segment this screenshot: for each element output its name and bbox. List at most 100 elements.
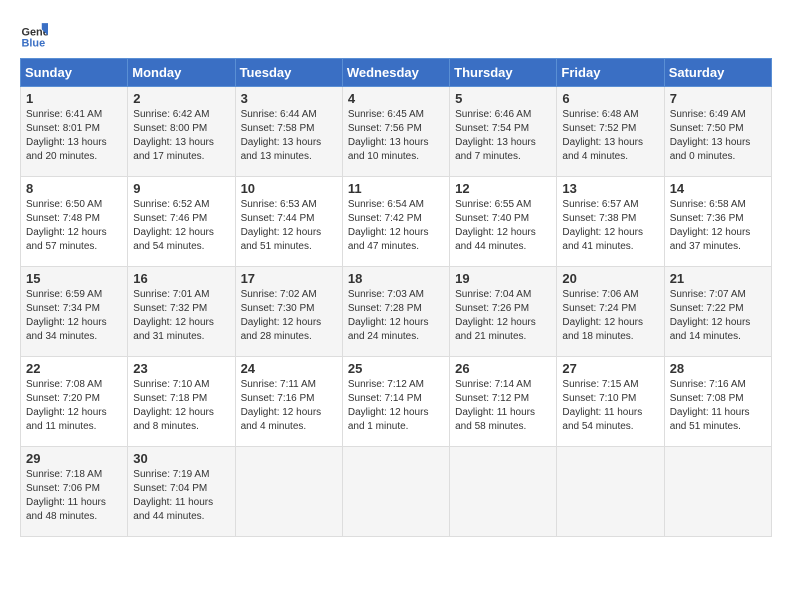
day-info: Sunrise: 6:46 AM Sunset: 7:54 PM Dayligh… [455, 108, 551, 164]
day-number: 17 [241, 271, 337, 286]
calendar-cell: 19 Sunrise: 7:04 AM Sunset: 7:26 PM Dayli… [450, 267, 557, 357]
logo: General Blue [20, 20, 52, 48]
day-number: 13 [562, 181, 658, 196]
day-info: Sunrise: 6:57 AM Sunset: 7:38 PM Dayligh… [562, 198, 658, 254]
calendar-cell: 17 Sunrise: 7:02 AM Sunset: 7:30 PM Dayli… [235, 267, 342, 357]
calendar-cell: 27Sunrise: 7:15 AM Sunset: 7:10 PM Dayli… [557, 357, 664, 447]
page-header: General Blue [20, 20, 772, 48]
day-number: 6 [562, 91, 658, 106]
day-info: Sunrise: 7:02 AM Sunset: 7:30 PM Dayligh… [241, 288, 337, 344]
calendar-week-row: 15 Sunrise: 6:59 AM Sunset: 7:34 PM Dayli… [21, 267, 772, 357]
calendar-week-row: 22Sunrise: 7:08 AM Sunset: 7:20 PM Dayli… [21, 357, 772, 447]
day-number: 10 [241, 181, 337, 196]
day-number: 25 [348, 361, 444, 376]
calendar-cell: 4 Sunrise: 6:45 AM Sunset: 7:56 PM Daylig… [342, 87, 449, 177]
calendar-table: SundayMondayTuesdayWednesdayThursdayFrid… [20, 58, 772, 537]
calendar-cell: 25 Sunrise: 7:12 AM Sunset: 7:14 PM Dayli… [342, 357, 449, 447]
day-info: Sunrise: 7:16 AM Sunset: 7:08 PM Dayligh… [670, 378, 766, 434]
calendar-cell: 22Sunrise: 7:08 AM Sunset: 7:20 PM Dayli… [21, 357, 128, 447]
day-info: Sunrise: 7:04 AM Sunset: 7:26 PM Dayligh… [455, 288, 551, 344]
day-number: 16 [133, 271, 229, 286]
day-number: 24 [241, 361, 337, 376]
calendar-cell [557, 447, 664, 537]
day-info: Sunrise: 6:59 AM Sunset: 7:34 PM Dayligh… [26, 288, 122, 344]
day-number: 28 [670, 361, 766, 376]
day-number: 11 [348, 181, 444, 196]
day-of-week-header: Monday [128, 59, 235, 87]
day-info: Sunrise: 7:11 AM Sunset: 7:16 PM Dayligh… [241, 378, 337, 434]
day-number: 15 [26, 271, 122, 286]
calendar-cell: 7Sunrise: 6:49 AM Sunset: 7:50 PM Daylig… [664, 87, 771, 177]
day-number: 23 [133, 361, 229, 376]
day-number: 22 [26, 361, 122, 376]
day-info: Sunrise: 6:41 AM Sunset: 8:01 PM Dayligh… [26, 108, 122, 164]
calendar-cell [235, 447, 342, 537]
day-info: Sunrise: 7:10 AM Sunset: 7:18 PM Dayligh… [133, 378, 229, 434]
calendar-body: 1 Sunrise: 6:41 AM Sunset: 8:01 PM Daylig… [21, 87, 772, 537]
calendar-cell: 28 Sunrise: 7:16 AM Sunset: 7:08 PM Dayli… [664, 357, 771, 447]
day-number: 1 [26, 91, 122, 106]
day-number: 19 [455, 271, 551, 286]
calendar-cell: 20 Sunrise: 7:06 AM Sunset: 7:24 PM Dayli… [557, 267, 664, 357]
day-info: Sunrise: 7:07 AM Sunset: 7:22 PM Dayligh… [670, 288, 766, 344]
calendar-cell: 2 Sunrise: 6:42 AM Sunset: 8:00 PM Daylig… [128, 87, 235, 177]
day-number: 4 [348, 91, 444, 106]
calendar-cell: 23 Sunrise: 7:10 AM Sunset: 7:18 PM Dayli… [128, 357, 235, 447]
day-info: Sunrise: 7:06 AM Sunset: 7:24 PM Dayligh… [562, 288, 658, 344]
calendar-cell: 11 Sunrise: 6:54 AM Sunset: 7:42 PM Dayli… [342, 177, 449, 267]
day-info: Sunrise: 6:54 AM Sunset: 7:42 PM Dayligh… [348, 198, 444, 254]
day-number: 20 [562, 271, 658, 286]
calendar-cell: 5Sunrise: 6:46 AM Sunset: 7:54 PM Daylig… [450, 87, 557, 177]
day-info: Sunrise: 7:14 AM Sunset: 7:12 PM Dayligh… [455, 378, 551, 434]
calendar-cell: 24 Sunrise: 7:11 AM Sunset: 7:16 PM Dayli… [235, 357, 342, 447]
logo-icon: General Blue [20, 20, 48, 48]
day-number: 2 [133, 91, 229, 106]
day-info: Sunrise: 7:03 AM Sunset: 7:28 PM Dayligh… [348, 288, 444, 344]
calendar-header-row: SundayMondayTuesdayWednesdayThursdayFrid… [21, 59, 772, 87]
calendar-cell: 9 Sunrise: 6:52 AM Sunset: 7:46 PM Daylig… [128, 177, 235, 267]
day-info: Sunrise: 7:19 AM Sunset: 7:04 PM Dayligh… [133, 468, 229, 524]
calendar-cell: 29 Sunrise: 7:18 AM Sunset: 7:06 PM Dayli… [21, 447, 128, 537]
day-info: Sunrise: 7:01 AM Sunset: 7:32 PM Dayligh… [133, 288, 229, 344]
day-info: Sunrise: 7:18 AM Sunset: 7:06 PM Dayligh… [26, 468, 122, 524]
day-info: Sunrise: 7:12 AM Sunset: 7:14 PM Dayligh… [348, 378, 444, 434]
calendar-cell: 26 Sunrise: 7:14 AM Sunset: 7:12 PM Dayli… [450, 357, 557, 447]
day-number: 3 [241, 91, 337, 106]
day-number: 29 [26, 451, 122, 466]
day-info: Sunrise: 6:48 AM Sunset: 7:52 PM Dayligh… [562, 108, 658, 164]
calendar-cell: 16 Sunrise: 7:01 AM Sunset: 7:32 PM Dayli… [128, 267, 235, 357]
day-of-week-header: Sunday [21, 59, 128, 87]
calendar-cell: 15 Sunrise: 6:59 AM Sunset: 7:34 PM Dayli… [21, 267, 128, 357]
calendar-cell: 21 Sunrise: 7:07 AM Sunset: 7:22 PM Dayli… [664, 267, 771, 357]
day-info: Sunrise: 6:45 AM Sunset: 7:56 PM Dayligh… [348, 108, 444, 164]
calendar-week-row: 29 Sunrise: 7:18 AM Sunset: 7:06 PM Dayli… [21, 447, 772, 537]
calendar-week-row: 1 Sunrise: 6:41 AM Sunset: 8:01 PM Daylig… [21, 87, 772, 177]
day-info: Sunrise: 7:15 AM Sunset: 7:10 PM Dayligh… [562, 378, 658, 434]
calendar-week-row: 8 Sunrise: 6:50 AM Sunset: 7:48 PM Daylig… [21, 177, 772, 267]
day-number: 14 [670, 181, 766, 196]
day-info: Sunrise: 6:49 AM Sunset: 7:50 PM Dayligh… [670, 108, 766, 164]
day-info: Sunrise: 6:50 AM Sunset: 7:48 PM Dayligh… [26, 198, 122, 254]
day-number: 8 [26, 181, 122, 196]
day-number: 18 [348, 271, 444, 286]
calendar-cell [342, 447, 449, 537]
calendar-cell: 18 Sunrise: 7:03 AM Sunset: 7:28 PM Dayli… [342, 267, 449, 357]
day-number: 21 [670, 271, 766, 286]
day-of-week-header: Tuesday [235, 59, 342, 87]
day-info: Sunrise: 6:55 AM Sunset: 7:40 PM Dayligh… [455, 198, 551, 254]
day-of-week-header: Thursday [450, 59, 557, 87]
day-number: 9 [133, 181, 229, 196]
calendar-cell: 8 Sunrise: 6:50 AM Sunset: 7:48 PM Daylig… [21, 177, 128, 267]
calendar-cell: 3 Sunrise: 6:44 AM Sunset: 7:58 PM Daylig… [235, 87, 342, 177]
calendar-cell: 12Sunrise: 6:55 AM Sunset: 7:40 PM Dayli… [450, 177, 557, 267]
day-info: Sunrise: 6:52 AM Sunset: 7:46 PM Dayligh… [133, 198, 229, 254]
day-number: 26 [455, 361, 551, 376]
day-of-week-header: Wednesday [342, 59, 449, 87]
calendar-cell: 1 Sunrise: 6:41 AM Sunset: 8:01 PM Daylig… [21, 87, 128, 177]
day-info: Sunrise: 6:44 AM Sunset: 7:58 PM Dayligh… [241, 108, 337, 164]
day-of-week-header: Friday [557, 59, 664, 87]
calendar-cell [450, 447, 557, 537]
calendar-cell: 13 Sunrise: 6:57 AM Sunset: 7:38 PM Dayli… [557, 177, 664, 267]
day-info: Sunrise: 6:42 AM Sunset: 8:00 PM Dayligh… [133, 108, 229, 164]
calendar-cell: 30Sunrise: 7:19 AM Sunset: 7:04 PM Dayli… [128, 447, 235, 537]
